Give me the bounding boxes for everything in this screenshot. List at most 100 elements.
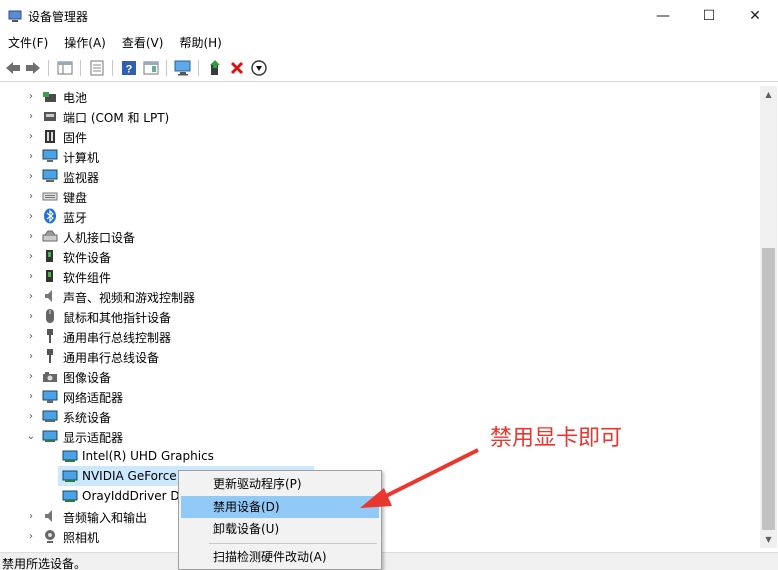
chevron-right-icon[interactable]: › (26, 510, 36, 522)
chevron-right-icon[interactable]: › (26, 410, 36, 422)
window-title: 设备管理器 (28, 10, 89, 24)
tree-node-firmware[interactable]: › 固件 (0, 126, 760, 146)
toolbar-separator (166, 60, 167, 76)
chevron-right-icon[interactable]: › (26, 130, 36, 142)
chevron-down-icon[interactable]: ⌄ (26, 430, 36, 442)
display-adapter-icon (62, 490, 78, 502)
display-adapter-icon (62, 450, 78, 462)
tree-node-label: 人机接口设备 (63, 231, 136, 245)
chevron-right-icon[interactable]: › (26, 290, 36, 302)
forward-arrow-icon[interactable] (24, 59, 42, 77)
monitor-icon (42, 169, 58, 182)
vertical-scrollbar[interactable]: ▲ ▼ (760, 86, 777, 548)
menu-item-uninstall-device[interactable]: 卸载设备(U) (181, 518, 379, 540)
menu-file[interactable]: 文件(F) (0, 32, 56, 54)
chevron-right-icon[interactable]: › (26, 270, 36, 282)
chevron-right-icon[interactable]: › (26, 330, 36, 342)
chevron-right-icon[interactable]: › (26, 210, 36, 222)
svg-text:?: ? (126, 64, 133, 76)
maximize-button[interactable]: ☐ (686, 0, 732, 32)
battery-icon (43, 92, 56, 102)
webcam-icon (45, 530, 55, 543)
tree-node-label: 通用串行总线控制器 (63, 331, 172, 345)
display-adapter-icon (42, 430, 58, 442)
menu-item-disable-device[interactable]: 禁用设备(D) (181, 496, 379, 518)
scroll-down-icon[interactable]: ▼ (760, 531, 777, 548)
display-adapter-icon (62, 470, 78, 482)
tree-node-label: 电池 (63, 91, 88, 105)
tree-node-bluetooth[interactable]: › 蓝牙 (0, 206, 760, 226)
menu-help[interactable]: 帮助(H) (171, 32, 229, 54)
toolbar-separator (112, 60, 113, 76)
tree-node-label: 计算机 (63, 151, 100, 165)
help-icon[interactable]: ? (120, 59, 138, 77)
chevron-right-icon[interactable]: › (26, 530, 36, 542)
tree-node-mouse[interactable]: › 鼠标和其他指针设备 (0, 306, 760, 326)
scroll-up-icon[interactable]: ▲ (760, 86, 777, 103)
chevron-right-icon[interactable]: › (26, 190, 36, 202)
menu-action[interactable]: 操作(A) (56, 32, 114, 54)
menu-item-update-driver[interactable]: 更新驱动程序(P) (181, 473, 379, 495)
tree-node-monitor[interactable]: › 监视器 (0, 166, 760, 186)
chevron-right-icon[interactable]: › (26, 150, 36, 162)
tree-node-label: 监视器 (63, 171, 100, 185)
tree-node-label: 通用串行总线设备 (63, 351, 160, 365)
chevron-right-icon[interactable]: › (26, 250, 36, 262)
tree-node-battery[interactable]: › 电池 (0, 86, 760, 106)
usb-icon (47, 349, 53, 363)
chevron-right-icon[interactable]: › (26, 110, 36, 122)
tree-node-ports[interactable]: › 端口 (COM 和 LPT) (0, 106, 760, 126)
tree-node-hid[interactable]: › 人机接口设备 (0, 226, 760, 246)
chevron-right-icon[interactable]: › (26, 310, 36, 322)
toolbar-separator (198, 60, 199, 76)
tree-node-sound[interactable]: › 声音、视频和游戏控制器 (0, 286, 760, 306)
uninstall-x-icon[interactable] (228, 59, 246, 77)
device-label: Intel(R) UHD Graphics (82, 449, 214, 463)
scan-hardware-icon[interactable] (174, 59, 192, 77)
properties-icon[interactable] (88, 59, 106, 77)
software-component-icon (46, 270, 53, 282)
chevron-right-icon[interactable]: › (26, 390, 36, 402)
scroll-thumb[interactable] (762, 248, 775, 530)
disable-device-icon[interactable] (250, 59, 268, 77)
status-bar: 禁用所选设备。 (0, 552, 778, 570)
action-pane-icon[interactable] (142, 59, 160, 77)
device-intel-uhd[interactable]: Intel(R) UHD Graphics (0, 446, 760, 466)
tree-node-label: 声音、视频和游戏控制器 (63, 291, 196, 305)
update-driver-icon[interactable] (206, 59, 224, 77)
chevron-right-icon[interactable]: › (26, 350, 36, 362)
tree-node-label: 蓝牙 (63, 211, 88, 225)
close-button[interactable]: ✕ (732, 0, 778, 32)
console-tree-icon[interactable] (56, 59, 74, 77)
tree-node-software-devices[interactable]: › 软件设备 (0, 246, 760, 266)
chevron-right-icon[interactable]: › (26, 170, 36, 182)
tree-node-network[interactable]: › 网络适配器 (0, 386, 760, 406)
device-label: OrayIddDriver D (82, 489, 180, 503)
context-menu: 更新驱动程序(P) 禁用设备(D) 卸载设备(U) 扫描检测硬件改动(A) (178, 470, 382, 570)
bluetooth-icon (44, 208, 56, 224)
toolbar: ? (0, 54, 778, 82)
toolbar-separator (48, 60, 49, 76)
back-arrow-icon[interactable] (4, 59, 22, 77)
chevron-right-icon[interactable]: › (26, 370, 36, 382)
network-icon (42, 390, 58, 403)
minimize-button[interactable]: — (640, 0, 686, 32)
menu-view[interactable]: 查看(V) (114, 32, 172, 54)
tree-node-keyboard[interactable]: › 键盘 (0, 186, 760, 206)
tree-node-label: 固件 (63, 131, 88, 145)
firmware-icon (45, 130, 55, 143)
tree-node-usb-devices[interactable]: › 通用串行总线设备 (0, 346, 760, 366)
menu-item-scan-hardware[interactable]: 扫描检测硬件改动(A) (181, 546, 379, 568)
annotation-text: 禁用显卡即可 (490, 426, 623, 451)
tree-node-software-components[interactable]: › 软件组件 (0, 266, 760, 286)
tree-node-computer[interactable]: › 计算机 (0, 146, 760, 166)
tree-node-imaging[interactable]: › 图像设备 (0, 366, 760, 386)
tree-node-usb-controllers[interactable]: › 通用串行总线控制器 (0, 326, 760, 346)
keyboard-icon (42, 192, 58, 201)
hid-icon (42, 230, 58, 242)
tree-node-system[interactable]: › 系统设备 (0, 406, 760, 426)
chevron-right-icon[interactable]: › (26, 90, 36, 102)
chevron-right-icon[interactable]: › (26, 230, 36, 242)
system-icon (42, 410, 58, 422)
tree-node-display-adapters[interactable]: ⌄ 显示适配器 (0, 426, 760, 446)
